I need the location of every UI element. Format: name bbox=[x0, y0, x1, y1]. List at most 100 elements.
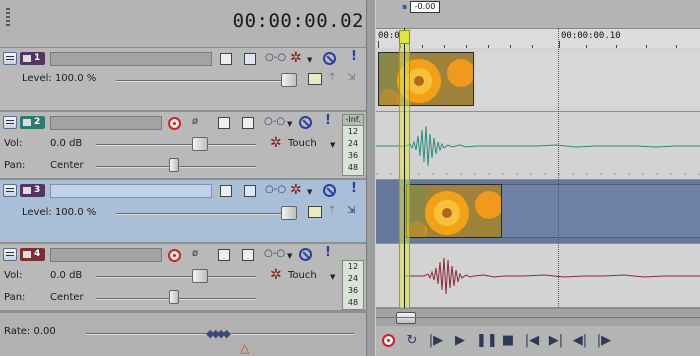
panel-divider[interactable] bbox=[366, 0, 376, 356]
chevron-down-icon[interactable]: ▼ bbox=[287, 120, 292, 128]
previous-frame-button[interactable]: ◀| bbox=[572, 333, 588, 349]
level-slider-thumb[interactable] bbox=[281, 206, 297, 220]
chevron-down-icon[interactable]: ▼ bbox=[307, 188, 312, 196]
expand-arrow-icon[interactable]: ⇲ bbox=[347, 72, 355, 83]
playback-rate-box[interactable]: -0.00 bbox=[410, 1, 440, 13]
rate-slider-thumb[interactable]: ◆◆◆◆ bbox=[206, 327, 234, 340]
motion-settings-gear-icon[interactable]: ✲ bbox=[290, 183, 302, 197]
track-number-badge: 3 bbox=[20, 184, 45, 197]
scrollbar-thumb[interactable] bbox=[396, 312, 416, 324]
track-motion-icon[interactable] bbox=[308, 73, 322, 85]
timeline-scrollbar[interactable] bbox=[376, 308, 700, 326]
volume-slider-thumb[interactable] bbox=[192, 137, 208, 151]
invert-phase-icon[interactable]: ø bbox=[192, 248, 198, 259]
chevron-down-icon[interactable]: ▼ bbox=[287, 252, 292, 260]
chevron-down-icon[interactable]: ▼ bbox=[330, 141, 335, 149]
grid-marker-line bbox=[558, 28, 559, 308]
invert-phase-icon[interactable]: ø bbox=[192, 116, 198, 127]
automation-gear-icon[interactable]: ✲ bbox=[270, 268, 282, 282]
compositing-mode-icon[interactable] bbox=[220, 185, 232, 197]
level-slider-thumb[interactable] bbox=[281, 73, 297, 87]
chevron-down-icon[interactable]: ▼ bbox=[330, 273, 335, 281]
motion-settings-gear-icon[interactable]: ✲ bbox=[290, 51, 302, 65]
audio-waveform bbox=[404, 257, 700, 295]
timeline-lane-1[interactable] bbox=[376, 48, 700, 112]
selected-event-extension[interactable] bbox=[502, 184, 700, 238]
play-from-start-button[interactable]: |▶ bbox=[428, 333, 444, 349]
fx-chain-icon[interactable]: ○-○ bbox=[264, 248, 285, 259]
pause-button[interactable]: ❚❚ bbox=[476, 333, 498, 349]
pan-slider-thumb[interactable] bbox=[169, 158, 179, 172]
upload-arrow-icon[interactable]: ⇡ bbox=[328, 72, 336, 83]
stop-button[interactable]: ■ bbox=[500, 333, 516, 349]
compositing-mode-icon[interactable] bbox=[220, 53, 232, 65]
track-header-1[interactable]: 1 ○-○ ✲ ▼ ! Level: 100.0 % ⇡ ⇲ bbox=[0, 48, 366, 112]
level-slider-track[interactable] bbox=[116, 213, 296, 215]
track-number: 3 bbox=[34, 185, 41, 195]
expand-arrow-icon[interactable]: ⇲ bbox=[347, 205, 355, 216]
parent-compositing-icon[interactable] bbox=[244, 53, 256, 65]
volume-slider-track[interactable] bbox=[96, 276, 256, 278]
master-rate-bar: Rate: 0.00 ◆◆◆◆ △ bbox=[0, 312, 372, 356]
solo-icon[interactable]: ! bbox=[325, 245, 331, 260]
automation-mode[interactable]: Touch bbox=[288, 270, 317, 281]
mute-icon[interactable] bbox=[323, 52, 336, 65]
arm-record-icon[interactable] bbox=[168, 117, 181, 130]
fx-icon[interactable] bbox=[218, 117, 230, 129]
fx-icon[interactable] bbox=[218, 249, 230, 261]
go-to-end-button[interactable]: ▶| bbox=[548, 333, 564, 349]
solo-icon[interactable]: ! bbox=[351, 181, 357, 196]
fx-chain-icon[interactable]: ○-○ bbox=[264, 116, 285, 127]
fx-chain-icon[interactable]: ○-○ bbox=[265, 184, 286, 195]
arm-record-icon[interactable] bbox=[168, 249, 181, 262]
track-collapse-button[interactable] bbox=[3, 248, 17, 261]
chevron-down-icon[interactable]: ▼ bbox=[307, 56, 312, 64]
track-collapse-button[interactable] bbox=[3, 52, 17, 65]
track-header-4[interactable]: 4 ø ○-○ ▼ ! 12 24 36 48 Vol: 0.0 dB ✲ To… bbox=[0, 244, 366, 312]
go-to-start-button[interactable]: |◀ bbox=[524, 333, 540, 349]
timeline-lane-3[interactable] bbox=[376, 180, 700, 244]
play-button[interactable]: ▶ bbox=[452, 333, 468, 349]
loop-region-handle[interactable] bbox=[399, 30, 410, 44]
track-motion-icon[interactable] bbox=[308, 206, 322, 218]
solo-icon[interactable]: ! bbox=[325, 113, 331, 128]
grip-handle[interactable] bbox=[6, 8, 10, 28]
pan-value: Center bbox=[50, 292, 84, 303]
envelope-icon[interactable] bbox=[242, 249, 254, 261]
fx-chain-icon[interactable]: ○-○ bbox=[265, 52, 286, 63]
mute-icon[interactable] bbox=[323, 184, 336, 197]
video-event-clip[interactable] bbox=[378, 52, 474, 106]
timeline-lane-2[interactable] bbox=[376, 112, 700, 180]
track-name-field[interactable] bbox=[50, 248, 162, 262]
volume-slider-track[interactable] bbox=[96, 144, 256, 146]
track-header-3[interactable]: 3 ○-○ ✲ ▼ ! Level: 100.0 % ⇡ ⇲ bbox=[0, 180, 366, 244]
track-name-field[interactable] bbox=[50, 184, 212, 198]
timecode-display[interactable]: 00:00:00.02 bbox=[233, 10, 364, 32]
flower-thumbnail bbox=[407, 185, 501, 237]
track-header-2[interactable]: 2 ø ○-○ ▼ ! -Inf. 12 24 36 48 Vol: 0.0 d… bbox=[0, 112, 366, 180]
track-name-field[interactable] bbox=[50, 52, 212, 66]
playhead-cursor[interactable] bbox=[404, 28, 405, 308]
loop-playback-button[interactable]: ↻ bbox=[404, 333, 420, 349]
next-frame-button[interactable]: |▶ bbox=[596, 333, 612, 349]
upload-arrow-icon[interactable]: ⇡ bbox=[328, 205, 336, 216]
track-collapse-button[interactable] bbox=[3, 184, 17, 197]
record-button[interactable] bbox=[382, 334, 395, 347]
automation-mode[interactable]: Touch bbox=[288, 138, 317, 149]
time-ruler[interactable]: 00:00 00:00:00.10 bbox=[376, 28, 700, 49]
track-name-field[interactable] bbox=[50, 116, 162, 130]
timeline-lane-4[interactable] bbox=[376, 244, 700, 308]
rate-marker-icon[interactable]: △ bbox=[240, 341, 249, 355]
envelope-icon[interactable] bbox=[242, 117, 254, 129]
mute-icon[interactable] bbox=[299, 116, 312, 129]
video-event-clip[interactable] bbox=[406, 184, 502, 238]
pan-slider-thumb[interactable] bbox=[169, 290, 179, 304]
level-slider-track[interactable] bbox=[116, 80, 296, 82]
parent-compositing-icon[interactable] bbox=[244, 185, 256, 197]
automation-gear-icon[interactable]: ✲ bbox=[270, 136, 282, 150]
solo-icon[interactable]: ! bbox=[351, 49, 357, 64]
mute-icon[interactable] bbox=[299, 248, 312, 261]
track-collapse-button[interactable] bbox=[3, 116, 17, 129]
volume-slider-thumb[interactable] bbox=[192, 269, 208, 283]
pan-value: Center bbox=[50, 160, 84, 171]
